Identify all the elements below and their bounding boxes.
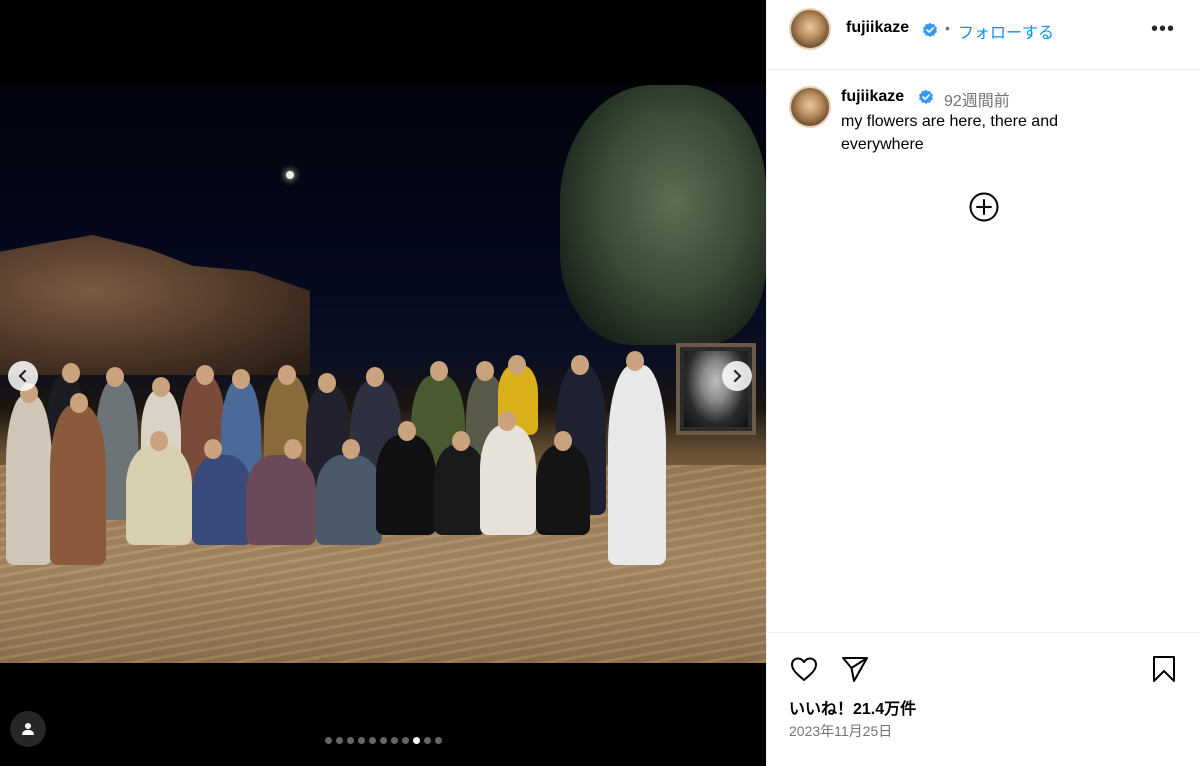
tree — [560, 85, 766, 345]
username-link[interactable]: fujiikaze — [846, 19, 909, 37]
slide-dot — [324, 736, 332, 744]
slide-dot — [346, 736, 354, 744]
post-date[interactable]: 2023年11月25日 — [789, 721, 892, 741]
slide-dot — [412, 736, 420, 744]
caption-username-link[interactable]: fujiikaze — [841, 88, 904, 106]
chevron-right-icon — [733, 370, 742, 382]
post-header: fujiikaze • フォローする ••• — [767, 0, 1200, 70]
slide-dot — [423, 736, 431, 744]
follow-button[interactable]: フォローする — [958, 19, 1054, 43]
avatar[interactable] — [789, 8, 831, 50]
slide-dot — [390, 736, 398, 744]
chevron-left-icon — [18, 370, 27, 382]
load-more-comments-button[interactable] — [968, 191, 1000, 223]
moon — [286, 171, 294, 179]
verified-badge-icon — [923, 22, 937, 37]
prev-slide-button[interactable] — [8, 361, 38, 391]
next-slide-button[interactable] — [722, 361, 752, 391]
group-of-people — [6, 335, 676, 565]
post-actions: いいね！21.4万件 2023年11月25日 — [767, 632, 1200, 766]
verified-badge-icon — [919, 89, 933, 104]
slide-indicator — [0, 734, 766, 746]
like-count[interactable]: いいね！21.4万件 — [789, 695, 916, 719]
heart-icon — [791, 657, 817, 681]
post-sidebar: fujiikaze • フォローする ••• fujiikaze 92週間前 m… — [766, 0, 1200, 766]
more-options-button[interactable]: ••• — [1151, 18, 1175, 41]
slide-dot — [357, 736, 365, 744]
avatar[interactable] — [789, 86, 831, 128]
post-viewer: fujiikaze • フォローする ••• fujiikaze 92週間前 m… — [0, 0, 1200, 766]
share-button[interactable] — [840, 654, 870, 684]
bookmark-icon — [1153, 656, 1175, 682]
send-icon — [842, 657, 868, 682]
post-timestamp[interactable]: 92週間前 — [944, 87, 1010, 111]
slide-dot — [401, 736, 409, 744]
caption-text: my flowers are here, there and everywher… — [841, 113, 1058, 153]
plus-circle-icon — [969, 192, 999, 222]
like-button[interactable] — [789, 654, 819, 684]
separator-dot: • — [945, 20, 950, 36]
slide-dot — [368, 736, 376, 744]
post-photo[interactable] — [0, 85, 766, 663]
post-media — [0, 0, 766, 766]
slide-dot — [335, 736, 343, 744]
slide-dot — [434, 736, 442, 744]
slide-dot — [379, 736, 387, 744]
save-button[interactable] — [1149, 654, 1179, 684]
